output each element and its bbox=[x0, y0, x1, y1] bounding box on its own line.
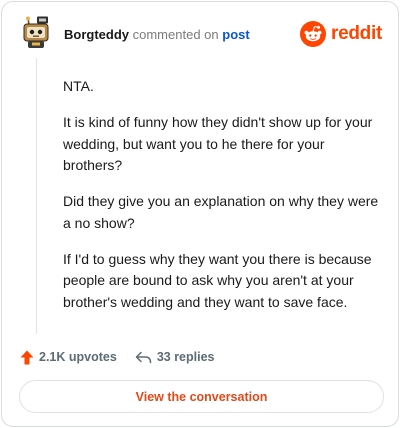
comment-paragraph: Did they give you an explanation on why … bbox=[63, 193, 379, 231]
snoo-avatar-icon bbox=[23, 16, 49, 48]
comment-body: NTA. It is kind of funny how they didn't… bbox=[63, 76, 385, 328]
comment-header: Borgteddy commented on post reddit bbox=[20, 16, 382, 54]
username-link[interactable]: Borgteddy bbox=[64, 27, 129, 42]
comment-byline: Borgteddy commented on post bbox=[64, 27, 250, 42]
reddit-wordmark: reddit bbox=[331, 23, 382, 44]
reddit-logo[interactable]: reddit bbox=[300, 20, 382, 48]
comment-actions: 2.1K upvotes 33 replies bbox=[20, 347, 215, 367]
user-avatar[interactable] bbox=[20, 16, 52, 50]
replies-count: 33 replies bbox=[156, 350, 215, 364]
comment-paragraph: It is kind of funny how they didn't show… bbox=[63, 114, 373, 173]
reply-arrow-icon bbox=[135, 351, 152, 363]
comment-embed-card: Borgteddy commented on post reddit NTA. … bbox=[1, 1, 399, 427]
upvote-arrow-icon bbox=[20, 350, 34, 364]
commented-on-text: commented on bbox=[132, 27, 219, 42]
post-link[interactable]: post bbox=[222, 27, 249, 42]
upvotes-action[interactable]: 2.1K upvotes bbox=[20, 350, 117, 365]
replies-action[interactable]: 33 replies bbox=[135, 350, 215, 364]
comment-paragraph: If I'd to guess why they want you there … bbox=[63, 250, 372, 310]
upvotes-count: 2.1K upvotes bbox=[39, 350, 117, 364]
comment-paragraph: NTA. bbox=[63, 78, 94, 94]
view-conversation-button[interactable]: View the conversation bbox=[19, 380, 384, 413]
reddit-alien-icon bbox=[300, 21, 327, 47]
thread-line bbox=[36, 58, 37, 334]
